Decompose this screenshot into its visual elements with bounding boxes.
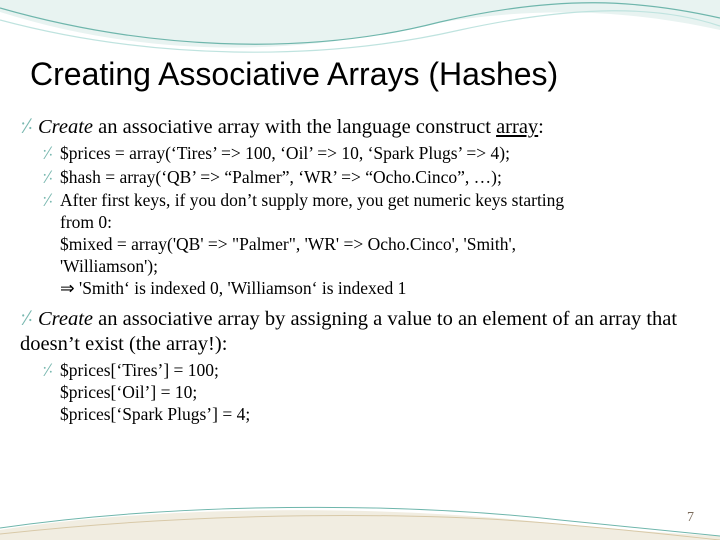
code-text: $mixed = array('QB' => "Palmer", 'WR' =>… — [60, 234, 692, 256]
wave-bottom-icon — [0, 500, 720, 540]
lead-word: Create — [38, 308, 93, 330]
code-text: $hash = array(‘QB’ => “Palmer”, ‘WR’ => … — [60, 167, 502, 187]
bullet-lvl2: ⸓$hash = array(‘QB’ => “Palmer”, ‘WR’ =>… — [42, 167, 692, 189]
bullet-icon: ⸓ — [42, 190, 60, 212]
lead-word: Create — [38, 116, 93, 138]
decor-bottom — [0, 500, 720, 540]
slide-title: Creating Associative Arrays (Hashes) — [30, 56, 690, 93]
slide: Creating Associative Arrays (Hashes) ⸓Cr… — [0, 0, 720, 540]
bullet-lvl1: ⸓Create an associative array by assignin… — [20, 306, 692, 358]
code-text: 'Williamson'); — [60, 256, 692, 278]
text-cont: from 0: — [60, 212, 692, 234]
bullet-icon: ⸓ — [20, 114, 38, 140]
underlined-word: array — [496, 116, 538, 138]
bullet-lvl2: ⸓$prices[‘Tires’] = 100; — [42, 360, 692, 382]
slide-content: ⸓Create an associative array with the la… — [20, 112, 692, 426]
text-cont: ⇒ 'Smith‘ is indexed 0, 'Williamson‘ is … — [60, 278, 692, 300]
bullet-icon: ⸓ — [42, 143, 60, 165]
text: an associative array by assigning a valu… — [20, 308, 677, 356]
page-number: 7 — [687, 510, 694, 526]
bullet-icon: ⸓ — [42, 167, 60, 189]
arrow-icon: ⇒ — [60, 278, 75, 298]
text: 'Smith‘ is indexed 0, 'Williamson‘ is in… — [75, 278, 407, 298]
bullet-lvl2: ⸓$prices = array(‘Tires’ => 100, ‘Oil’ =… — [42, 143, 692, 165]
text: After first keys, if you don’t supply mo… — [60, 190, 564, 210]
text: an associative array with the language c… — [93, 116, 496, 138]
text: : — [538, 116, 544, 138]
code-text: $prices[‘Oil’] = 10; — [60, 382, 692, 404]
bullet-lvl2: ⸓After first keys, if you don’t supply m… — [42, 190, 692, 212]
code-text: $prices[‘Spark Plugs’] = 4; — [60, 404, 692, 426]
bullet-lvl1: ⸓Create an associative array with the la… — [20, 114, 692, 141]
bullet-icon: ⸓ — [42, 360, 60, 382]
code-text: $prices[‘Tires’] = 100; — [60, 360, 219, 380]
bullet-icon: ⸓ — [20, 306, 38, 332]
code-text: $prices = array(‘Tires’ => 100, ‘Oil’ =>… — [60, 143, 510, 163]
